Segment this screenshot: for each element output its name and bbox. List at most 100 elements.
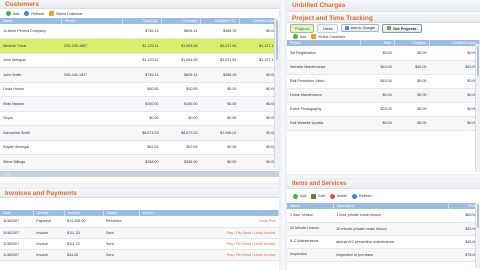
tab-projects[interactable]: Projects bbox=[290, 23, 315, 33]
customers-pager[interactable]: 1-3 bbox=[0, 171, 279, 177]
table-row[interactable]: 11/8/2007 Payment $14,005.00 Received Undo P… bbox=[0, 216, 279, 228]
table-cell: $111.20 bbox=[64, 227, 104, 239]
table-cell: $989.20 bbox=[200, 24, 240, 39]
delete-item-button[interactable]: Delete bbox=[329, 193, 347, 199]
invoices-title: Invoices and Payments bbox=[0, 189, 279, 198]
table-row[interactable]: Event Photography $25.00 $0.00 $0.00 bbox=[287, 102, 480, 117]
items-scrollbar[interactable] bbox=[475, 202, 480, 268]
table-cell: Sent bbox=[103, 238, 140, 250]
add-item-button[interactable]: Add bbox=[293, 193, 306, 199]
projects-scrollbar[interactable] bbox=[475, 44, 480, 172]
refresh-button[interactable]: Refresh bbox=[24, 11, 44, 16]
table-cell: $0.00 bbox=[239, 67, 279, 83]
table-cell: Rail Promotion Video bbox=[287, 74, 361, 89]
tab-tasks[interactable]: Tasks bbox=[317, 23, 338, 33]
table-row[interactable]: Inspection Inspection of premises $75.00 bbox=[287, 248, 480, 262]
table-cell: Invoice bbox=[33, 227, 65, 239]
table-cell: $111.20 bbox=[64, 238, 104, 250]
delete-icon bbox=[329, 193, 335, 199]
projects-toolbar: Add Select Customer bbox=[287, 33, 480, 40]
table-cell: $1,120.11 bbox=[122, 38, 162, 54]
select-customer-project-button[interactable]: Select Customer bbox=[311, 34, 345, 39]
add-to-google-button[interactable]: Add to Google bbox=[340, 24, 379, 32]
refresh-items-button[interactable]: Refresh bbox=[352, 193, 372, 199]
customers-panel: Customers Add Refresh Select Customer Na… bbox=[0, 0, 280, 183]
table-cell bbox=[61, 24, 123, 39]
table-cell: $605.14 bbox=[161, 24, 201, 39]
table-row[interactable]: 1 hour Lesson 1 hour private music lesson… bbox=[287, 209, 480, 223]
select-customer-button[interactable]: Select Customer bbox=[49, 11, 83, 16]
table-row[interactable]: John Smith 555-442-1827 $736.14 $605.14 $989… bbox=[0, 67, 279, 83]
customers-title: Customers bbox=[0, 0, 279, 9]
table-cell: $358.00 bbox=[161, 154, 201, 170]
refresh-icon bbox=[24, 11, 30, 16]
table-cell[interactable]: Pay / Re-Send / Undo Invoice bbox=[139, 227, 279, 239]
table-row[interactable]: 11/8/2007 Invoice $111.20 Sent Pay / Re-Send… bbox=[0, 227, 279, 239]
table-cell: $1,120.11 bbox=[122, 53, 162, 68]
table-cell[interactable]: Pay / Re-Send / Undo Invoice bbox=[139, 249, 279, 261]
table-cell: Steve Billings bbox=[0, 154, 62, 170]
table-row[interactable]: Rail Website Update $0.00 $0.00 $0.00 bbox=[287, 116, 480, 131]
table-row[interactable]: Steve Billings $358.00 $358.00 $0.00 $0.00 bbox=[0, 154, 279, 170]
table-cell: Sent bbox=[103, 249, 140, 261]
projects-title: Project and Time Tracking bbox=[287, 14, 480, 23]
table-row[interactable]: Elias Nairam $100.00 $100.00 $0.00 $0.00 bbox=[0, 96, 279, 112]
table-row[interactable]: Rail Promotion Video $45.00 $0.00 $0.00 bbox=[287, 74, 480, 89]
table-row[interactable]: Website Maintenance $40.00 $40.00 $40.00 bbox=[287, 60, 480, 75]
table-cell[interactable]: Pay / Re-Send / Undo Invoice bbox=[139, 238, 279, 250]
table-cell: A-C Maintenance bbox=[287, 235, 334, 249]
table-cell: $0.00 bbox=[394, 116, 430, 131]
table-row[interactable]: 11/8/2007 Invoice $34.00 Sent Pay / Re-Send … bbox=[0, 249, 279, 261]
table-cell: Payment bbox=[33, 216, 65, 228]
table-row[interactable]: Ozpro $0.00 $0.00 $0.00 $0.00 bbox=[0, 111, 279, 126]
table-row[interactable]: Ski Registration $0.00 $0.00 $0.00 bbox=[287, 46, 480, 61]
table-row[interactable]: 11/8/2007 Invoice $111.20 Sent Pay / Re-Send… bbox=[0, 238, 279, 250]
table-cell: Elias Nairam bbox=[0, 96, 62, 112]
items-toolbar: Add Edit Delete Refresh bbox=[287, 189, 480, 203]
table-row[interactable]: John Antegua $1,120.11 $1,654.96 $3,017.64 $… bbox=[0, 53, 279, 68]
table-cell: Ski Registration bbox=[287, 46, 361, 61]
table-cell: $25.00 bbox=[360, 102, 395, 117]
table-cell: Samantha Smith bbox=[0, 125, 62, 141]
table-cell bbox=[61, 96, 123, 112]
table-row[interactable]: Melanie Great 555-345-4867 $1,120.11 $1,654… bbox=[0, 38, 279, 54]
edit-item-button[interactable]: Edit bbox=[311, 193, 325, 199]
table-row[interactable]: 30 Minute Lesson 30 minute private music … bbox=[287, 222, 480, 236]
table-cell: $14,005.00 bbox=[64, 216, 104, 228]
add-project-button[interactable]: Add bbox=[293, 34, 306, 39]
get-projects-button[interactable]: Get Projects bbox=[381, 23, 422, 33]
table-row[interactable]: Shyam Benegal $52.54 $52.54 $0.00 $0.00 bbox=[0, 140, 279, 155]
table-cell: Inspection bbox=[287, 248, 334, 262]
table-cell: $3,017.64 bbox=[200, 53, 240, 68]
add-icon bbox=[293, 193, 298, 199]
table-cell: 30 minute private music lesson bbox=[333, 222, 449, 236]
table-cell: $0.00 bbox=[200, 140, 240, 155]
table-cell: $0.00 bbox=[200, 111, 240, 126]
table-cell: $0.00 bbox=[429, 74, 480, 89]
table-cell: $989.20 bbox=[200, 67, 240, 83]
table-row[interactable]: Samantha Smith $8,673.33 $8,673.33 $1,096.0… bbox=[0, 125, 279, 141]
invoices-panel: Invoices and Payments Date Activity Amount… bbox=[0, 189, 280, 270]
table-cell: $34.00 bbox=[64, 249, 104, 261]
table-cell: Received bbox=[103, 216, 140, 228]
table-cell: $736.14 bbox=[122, 24, 162, 39]
projects-table: Project Rate Charges Unbilled Hours Ski Reg… bbox=[287, 40, 480, 131]
table-row[interactable]: Linda Horton $40.55 $10.55 $0.00 $0.00 bbox=[0, 82, 279, 97]
table-cell bbox=[61, 82, 123, 97]
table-cell: Rail Website Update bbox=[287, 116, 361, 131]
table-cell: Jo Anne Perrins Company bbox=[0, 24, 62, 39]
table-row[interactable]: A-C Maintenance annual A/C preventive mai… bbox=[287, 235, 480, 249]
table-cell: 11/8/2007 bbox=[0, 249, 34, 261]
add-customer-button[interactable]: Add bbox=[6, 11, 19, 16]
table-cell bbox=[61, 53, 123, 68]
table-row[interactable]: Jo Anne Perrins Company $736.14 $605.14 $98… bbox=[0, 24, 279, 39]
column-splitter[interactable] bbox=[279, 0, 287, 270]
table-cell: $0.00 bbox=[239, 96, 279, 112]
table-cell: $0.00 bbox=[239, 140, 279, 155]
table-cell: Linda Horton bbox=[0, 82, 62, 97]
table-cell: annual A/C preventive maintenance bbox=[333, 235, 449, 249]
table-cell: $8,673.33 bbox=[161, 125, 201, 141]
table-row[interactable]: Home Maintenance $0.00 $0.00 $0.00 bbox=[287, 88, 480, 103]
table-cell[interactable]: Undo Pmt bbox=[139, 216, 279, 228]
table-cell: $8,673.33 bbox=[122, 125, 162, 141]
